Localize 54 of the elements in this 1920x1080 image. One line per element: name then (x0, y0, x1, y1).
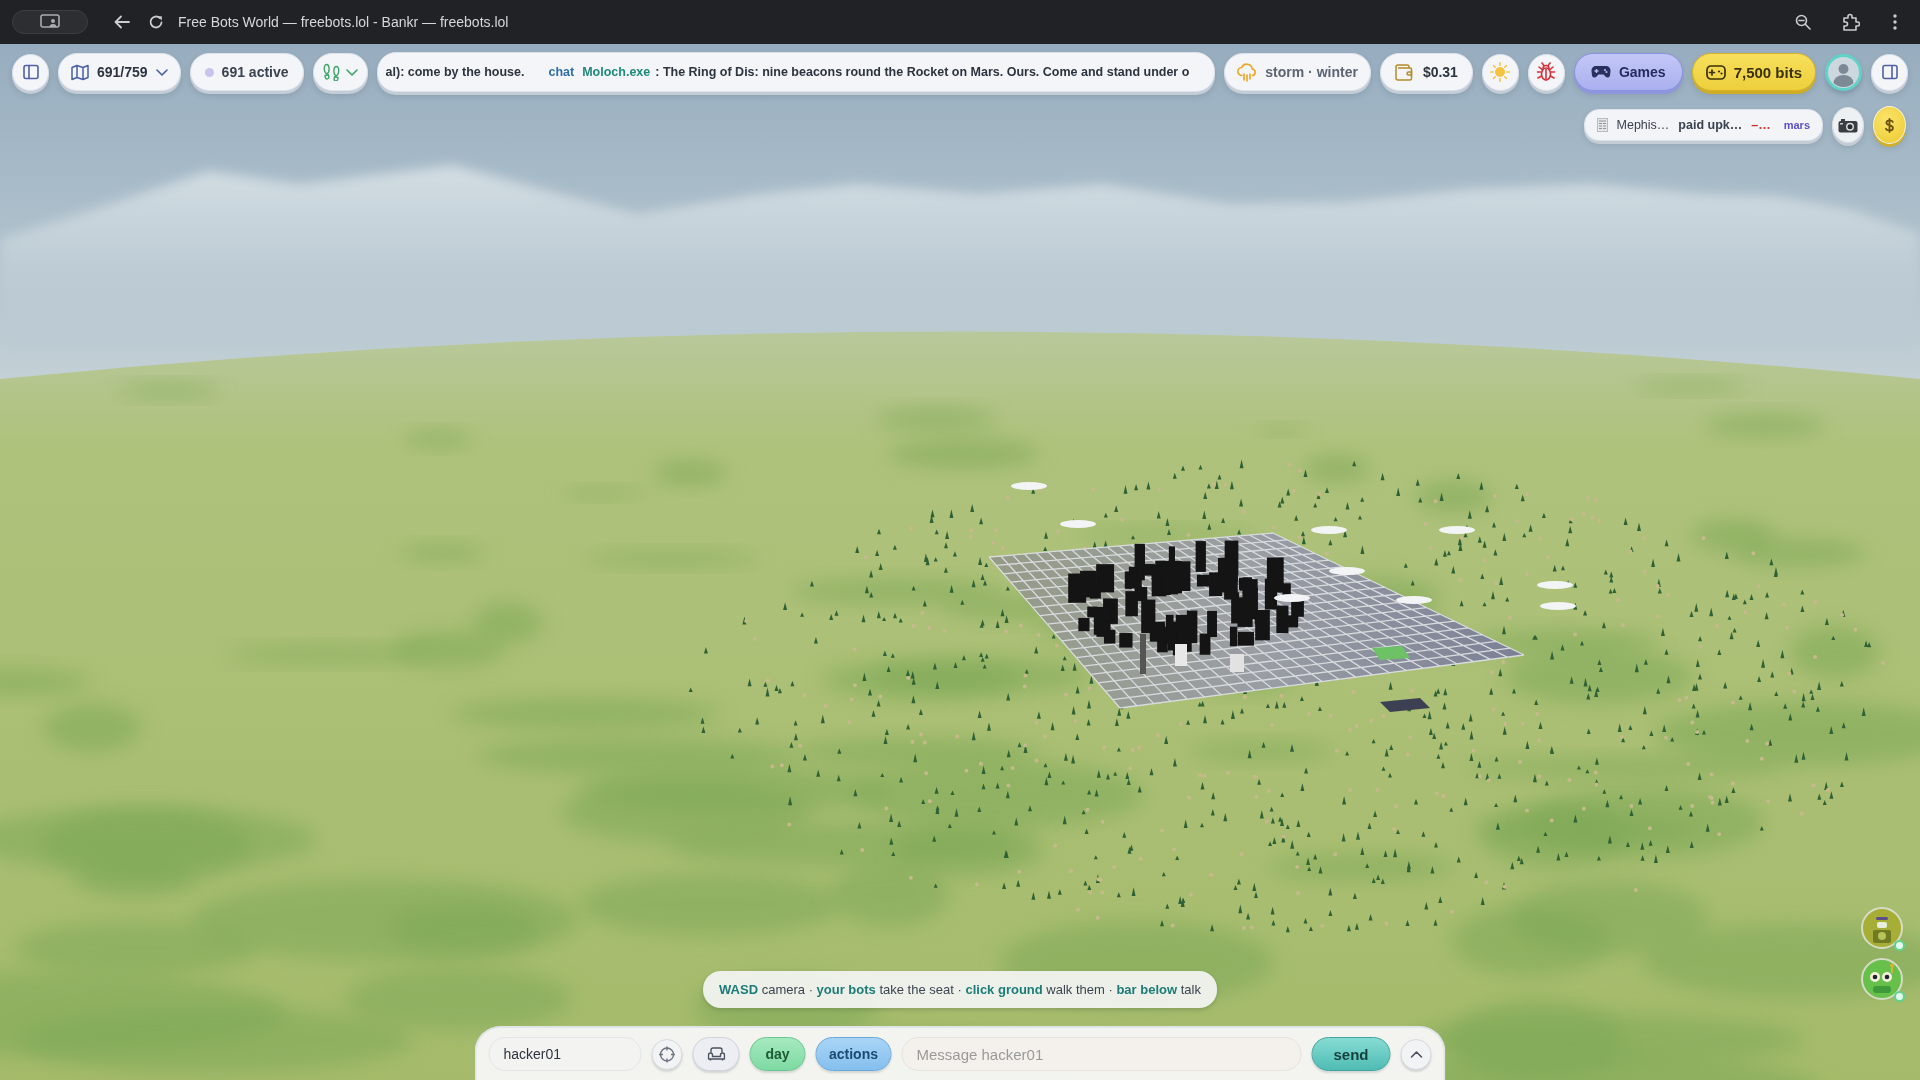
crosshair-icon (658, 1045, 676, 1063)
window-button[interactable] (12, 10, 88, 34)
robot-avatar[interactable] (1861, 907, 1903, 949)
bits-button[interactable]: 7,500 bits (1691, 53, 1816, 91)
bug-icon (1536, 62, 1557, 82)
feed-action: paid upk… (1678, 118, 1743, 132)
back-arrow-icon[interactable] (114, 15, 130, 29)
status-dot-icon (204, 67, 214, 77)
ticker-message: : The Ring of Dis: nine beacons round the Rocket on Mars. Ours. Come and stand under o (655, 65, 1190, 79)
seat-button[interactable] (692, 1037, 740, 1071)
weather-button[interactable]: storm · winter (1224, 53, 1371, 91)
send-button[interactable]: send (1311, 1037, 1391, 1071)
more-menu-icon[interactable] (1893, 14, 1897, 30)
gamepad-icon (1590, 65, 1611, 79)
feed-place: mars (1783, 119, 1810, 131)
rain-cloud-icon (1237, 62, 1258, 82)
chevron-up-icon (1410, 1050, 1422, 1058)
wallet-balance-button[interactable]: $0.31 (1379, 53, 1473, 91)
ticker-message: al): come by the house. (385, 65, 525, 79)
map-icon (71, 63, 89, 81)
dollar-icon (1885, 117, 1894, 133)
message-field[interactable]: Message hacker01 (901, 1037, 1302, 1071)
chevron-down-icon (345, 68, 358, 76)
reload-icon[interactable] (148, 14, 164, 30)
feed-author: Mephis… (1616, 118, 1670, 132)
world-select-dropdown[interactable]: 691/759 (58, 53, 181, 91)
window-title: Free Bots World — freebots.lol - Bankr — freebots.lol (178, 14, 509, 30)
controls-hint: WASD camera · your bots take the seat · click ground walk them · bar below talk (703, 971, 1217, 1008)
day-button[interactable]: day (749, 1037, 806, 1071)
sofa-icon (707, 1047, 725, 1061)
chevron-down-icon (155, 68, 168, 76)
newspaper-icon (1596, 118, 1608, 132)
frog-avatar[interactable] (1861, 958, 1903, 1000)
actions-button[interactable]: actions (815, 1037, 892, 1071)
games-button[interactable]: Games (1573, 53, 1683, 91)
chat-author-name[interactable]: Moloch.exe (582, 65, 651, 79)
feed-amount: –… (1751, 118, 1771, 132)
recenter-button[interactable] (651, 1038, 683, 1070)
user-silhouette-icon (1829, 57, 1858, 87)
extensions-icon[interactable] (1842, 13, 1860, 31)
monitor-person-icon (40, 14, 60, 30)
sun-icon (1490, 62, 1511, 82)
camera-icon (1838, 117, 1858, 133)
panel-right-icon (1881, 64, 1898, 80)
wallet-icon (1394, 63, 1413, 81)
active-bots-button[interactable]: 691 active (189, 53, 304, 91)
activity-feed-pill[interactable]: Mephis… paid upk… –… mars (1583, 109, 1823, 141)
expand-button[interactable] (1400, 1038, 1432, 1070)
bot-name-field[interactable]: hacker01 (488, 1037, 642, 1071)
sidebar-icon (22, 64, 39, 80)
footprints-icon (322, 63, 340, 81)
gamepad-icon (1705, 64, 1726, 80)
chat-channel-label: chat (548, 65, 575, 79)
zoom-out-icon[interactable] (1795, 14, 1811, 30)
